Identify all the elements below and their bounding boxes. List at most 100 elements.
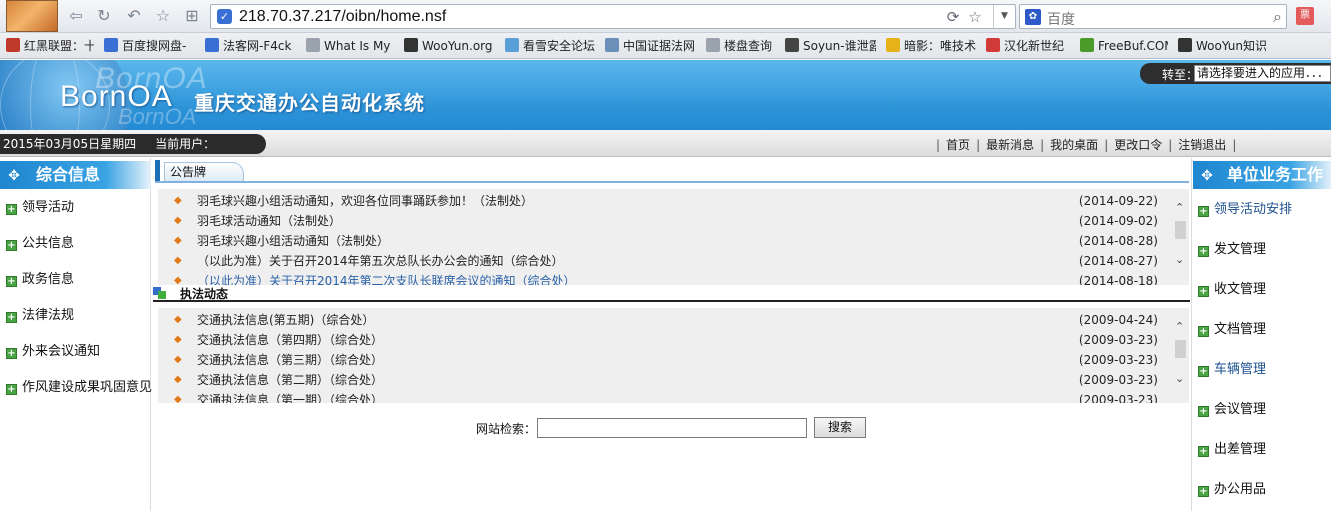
menu-item-vehicles[interactable]: + 车辆管理	[1198, 362, 1266, 378]
site-search-label: 网站检索：	[476, 422, 537, 436]
system-title: 重庆交通办公自动化系统	[194, 91, 425, 115]
menu-item-meetings[interactable]: + 会议管理	[1198, 402, 1266, 418]
scroll-up-icon[interactable]: ⌃	[1175, 320, 1184, 333]
bookmark-icon	[104, 38, 118, 52]
scroll-down-icon[interactable]: ⌄	[1175, 372, 1184, 385]
grid-icon[interactable]: ⊞	[182, 6, 202, 26]
bookmark-item[interactable]: 红黑联盟：十	[6, 38, 94, 54]
list-item[interactable]: ◆ （以此为准）关于召开2014年第五次总队长办公会的通知（综合处） (2014-0…	[158, 251, 1170, 271]
nav-separator: |	[1168, 138, 1173, 152]
bookmark-item[interactable]: 中国证据法网	[605, 38, 695, 54]
date-user-bar: 2015年03月05日星期四 当前用户：	[0, 134, 266, 154]
nav-latest-news[interactable]: 最新消息	[986, 138, 1034, 152]
tab-accent	[155, 160, 160, 182]
scroll-thumb[interactable]	[1175, 221, 1186, 239]
bookmark-item[interactable]: WooYun知识库	[1178, 38, 1266, 54]
enforcement-scrollbar[interactable]: ⌃ ⌄	[1172, 308, 1189, 403]
back-icon[interactable]: ⇦	[66, 6, 86, 26]
menu-item-dispatch[interactable]: + 发文管理	[1198, 242, 1266, 258]
forward-refresh-icon[interactable]: ↻	[94, 6, 114, 26]
list-item[interactable]: ◆ 羽毛球活动通知（法制处） (2014-09-02)	[158, 211, 1170, 231]
left-menu: ✥ 综合信息 + 领导活动 + 公共信息 + 政务信息 + 法律法规 + 外来会议通知 + 作…	[0, 158, 152, 511]
menu-item-leader-activity[interactable]: + 领导活动	[6, 200, 74, 216]
menu-item-receiving[interactable]: + 收文管理	[1198, 282, 1266, 298]
menu-item-laws[interactable]: + 法律法规	[6, 308, 74, 324]
bookmark-item[interactable]: 楼盘查询	[706, 38, 774, 54]
user-avatar[interactable]	[6, 0, 58, 32]
menu-item-business-trip[interactable]: + 出差管理	[1198, 442, 1266, 458]
address-bar[interactable]: ✓ 218.70.37.217/oibn/home.nsf ⟳ ☆ ▼	[210, 4, 1016, 29]
extension-icon[interactable]: 票	[1296, 7, 1314, 25]
list-item[interactable]: ◆ 羽毛球兴趣小组活动通知，欢迎各位同事踊跃参加！（法制处） (2014-09-22…	[158, 191, 1170, 211]
bulletin-tab[interactable]: 公告牌	[155, 160, 305, 182]
bookmark-star-icon[interactable]: ☆	[966, 8, 984, 26]
bookmark-icon	[706, 38, 720, 52]
scroll-up-icon[interactable]: ⌃	[1175, 201, 1184, 214]
menu-item-government-info[interactable]: + 政务信息	[6, 272, 74, 288]
scroll-down-icon[interactable]: ⌄	[1175, 253, 1184, 266]
menu-item-documents[interactable]: + 文档管理	[1198, 322, 1266, 338]
bookmark-item[interactable]: 暗影：唯技术	[886, 38, 976, 54]
bulletin-tab-label: 公告牌	[164, 162, 244, 182]
reload-icon[interactable]: ⟳	[944, 8, 962, 26]
nav-my-desktop[interactable]: 我的桌面	[1050, 138, 1098, 152]
list-item[interactable]: ◆ 交通执法信息(第五期)（综合处） (2009-04-24)	[158, 310, 1170, 330]
nav-home[interactable]: 首页	[946, 138, 970, 152]
list-item[interactable]: ◆ 羽毛球兴趣小组活动通知（法制处） (2014-08-28)	[158, 231, 1170, 251]
right-menu-header: ✥ 单位业务工作	[1193, 161, 1331, 189]
diamond-icon: ✥	[8, 168, 20, 184]
bullet-icon: ◆	[174, 334, 182, 345]
plus-icon: +	[1198, 206, 1209, 217]
scroll-thumb[interactable]	[1175, 340, 1186, 358]
nav-logout[interactable]: 注销退出	[1178, 138, 1226, 152]
bookmark-item[interactable]: 法客网-F4ck	[205, 38, 294, 54]
current-user-label: 当前用户：	[155, 137, 216, 151]
info-bar: 2015年03月05日星期四 当前用户： | 首页 | 最新消息 | 我的桌面 | 更改口令 |…	[0, 130, 1331, 157]
bulletin-list: ◆ 羽毛球兴趣小组活动通知，欢迎各位同事踊跃参加！（法制处） (2014-09-22…	[158, 189, 1189, 285]
search-icon[interactable]: ⌕	[1273, 7, 1282, 27]
menu-item-office-supplies[interactable]: + 办公用品	[1198, 482, 1266, 498]
list-item[interactable]: ◆ 交通执法信息（第四期）（综合处） (2009-03-23)	[158, 330, 1170, 350]
bullet-icon: ◆	[174, 275, 182, 285]
bookmark-icon	[986, 38, 1000, 52]
menu-item-external-meetings[interactable]: + 外来会议通知	[6, 344, 100, 360]
plus-icon: +	[6, 240, 17, 251]
plus-icon: +	[1198, 326, 1209, 337]
menu-item-public-info[interactable]: + 公共信息	[6, 236, 74, 252]
bulletin-scrollbar[interactable]: ⌃ ⌄	[1172, 189, 1189, 285]
list-item[interactable]: ◆ （以此为准）关于召开2014年第二次支队长联席会议的通知（综合处） (2014-…	[158, 271, 1170, 285]
site-search-input[interactable]	[537, 418, 807, 438]
bullet-icon: ◆	[174, 235, 182, 246]
bookmark-icon	[1080, 38, 1094, 52]
oa-header-banner: BornOA BornOA BornOA 重庆交通办公自动化系统 转至： 请选择…	[0, 60, 1331, 130]
bookmark-item[interactable]: 看雪安全论坛	[505, 38, 596, 54]
nav-separator: |	[936, 138, 941, 152]
jump-label: 转至：	[1162, 68, 1199, 82]
bookmark-item[interactable]: What Is My	[306, 38, 393, 54]
star-icon[interactable]: ☆	[153, 6, 173, 26]
bookmarks-bar: 红黑联盟：十 百度搜网盘- 法客网-F4ck What Is My WooYun…	[0, 33, 1331, 59]
bookmark-item[interactable]: 百度搜网盘-	[104, 38, 196, 54]
chevron-down-icon[interactable]: ▼	[993, 5, 1015, 28]
menu-item-leader-schedule[interactable]: + 领导活动安排	[1198, 202, 1292, 218]
list-item[interactable]: ◆ 交通执法信息（第二期）（综合处） (2009-03-23)	[158, 370, 1170, 390]
browser-search-bar[interactable]: ✿ 百度 ⌕	[1019, 4, 1287, 29]
bookmark-item[interactable]: Soyun-谁泄露	[785, 38, 876, 54]
bookmark-item[interactable]: WooYun.org	[404, 38, 494, 54]
current-date: 2015年03月05日星期四	[3, 137, 137, 151]
bookmark-icon	[205, 38, 219, 52]
bookmark-item[interactable]: 汉化新世纪	[986, 38, 1070, 54]
undo-icon[interactable]: ↶	[124, 6, 144, 26]
bookmark-item[interactable]: FreeBuf.COM	[1080, 38, 1168, 54]
app-select[interactable]: 请选择要进入的应用．．．	[1194, 65, 1331, 82]
nav-separator: |	[1104, 138, 1109, 152]
list-item[interactable]: ◆ 交通执法信息（第一期）（综合处） (2009-03-23)	[158, 390, 1170, 403]
menu-item-style-building[interactable]: + 作风建设成果巩固意见	[6, 380, 152, 396]
list-item[interactable]: ◆ 交通执法信息（第三期）（综合处） (2009-03-23)	[158, 350, 1170, 370]
nav-separator: |	[1040, 138, 1045, 152]
nav-change-password[interactable]: 更改口令	[1114, 138, 1162, 152]
bullet-icon: ◆	[174, 394, 182, 403]
nav-separator: |	[1232, 138, 1237, 152]
site-search-button[interactable]: 搜索	[814, 417, 866, 438]
plus-icon: +	[6, 348, 17, 359]
